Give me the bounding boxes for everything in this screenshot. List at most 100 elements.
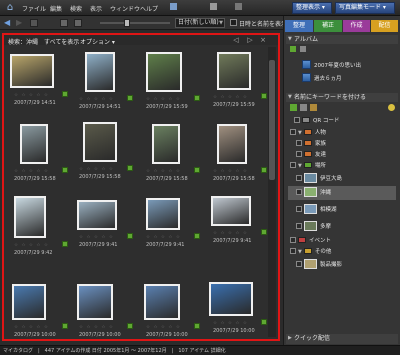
photo-item[interactable]: ☆ ☆ ☆ ☆ ☆ 2007/7/29 10:00 [207,280,273,355]
photo-thumbnail[interactable] [83,122,117,162]
expand-icon[interactable]: ▼ [298,163,302,169]
options-menu[interactable]: オプション ▾ [80,37,115,46]
menu-search[interactable]: 検索 [70,4,82,13]
star-rating[interactable]: ☆ ☆ ☆ ☆ ☆ [79,235,114,240]
photo-item[interactable]: ☆ ☆ ☆ ☆ ☆ 2007/7/29 14:51 [73,50,139,126]
zoom-slider-handle[interactable] [124,19,130,27]
menu-view[interactable]: 表示 [90,4,102,13]
menu-edit[interactable]: 編集 [50,4,62,13]
show-all-link[interactable]: すべてを表示 [44,37,79,46]
photo-thumbnail[interactable] [211,196,251,226]
photo-item[interactable]: ☆ ☆ ☆ ☆ ☆ 2007/7/29 15:58 [73,120,139,196]
star-rating[interactable]: ☆ ☆ ☆ ☆ ☆ [14,325,49,330]
next-icon[interactable]: ▷ [246,36,254,44]
tag-checkbox[interactable] [290,248,296,254]
photo-item[interactable]: ☆ ☆ ☆ ☆ ☆ 2007/7/29 9:41 [73,194,139,270]
photo-thumbnail[interactable] [20,124,48,164]
star-rating[interactable]: ☆ ☆ ☆ ☆ ☆ [146,235,181,240]
photo-thumbnail[interactable] [209,282,253,316]
tag-checkbox[interactable] [296,151,302,157]
photo-thumbnail[interactable] [10,54,54,88]
photo-thumbnail[interactable] [77,200,117,230]
tag-item[interactable]: 製品撮影 [288,258,396,272]
tag-checkbox[interactable] [290,162,296,168]
photo-item[interactable]: ☆ ☆ ☆ ☆ ☆ 2007/7/29 15:59 [140,50,206,126]
star-rating[interactable]: ☆ ☆ ☆ ☆ ☆ [79,167,114,172]
photo-thumbnail[interactable] [14,196,46,238]
star-rating[interactable]: ☆ ☆ ☆ ☆ ☆ [213,231,248,236]
photo-thumbnail[interactable] [146,52,182,92]
redo-button[interactable] [235,3,244,13]
photo-thumbnail[interactable] [146,198,180,230]
edit-tag-icon[interactable] [310,104,317,111]
photo-item[interactable]: ☆ ☆ ☆ ☆ ☆ 2007/7/29 15:58 [140,120,206,196]
sort-select[interactable]: 日付(新しい順) ▼ [175,18,225,28]
grid-icon[interactable] [74,19,82,27]
tag-checkbox[interactable] [296,140,302,146]
photo-item[interactable]: ☆ ☆ ☆ ☆ ☆ 2007/7/29 10:00 [140,280,206,355]
tag-item[interactable]: 伊豆大島 [288,172,396,186]
star-rating[interactable]: ☆ ☆ ☆ ☆ ☆ [79,97,114,102]
tip-icon[interactable] [388,104,395,111]
expand-icon[interactable]: ▼ [298,130,302,136]
photo-item[interactable]: ☆ ☆ ☆ ☆ ☆ 2007/7/29 15:58 [8,120,74,196]
tag-item[interactable]: 沖縄 [288,186,396,200]
tag-item[interactable]: ▼ 場所 [288,161,396,171]
tag-item[interactable]: イベント [288,236,396,246]
star-rating[interactable]: ☆ ☆ ☆ ☆ ☆ [146,97,181,102]
new-album-icon[interactable] [290,46,296,52]
show-all-icon[interactable] [30,19,38,27]
photo-edit-mode-button[interactable]: 写真編集モード ▾ [335,2,395,14]
album-section-header[interactable]: ▼ アルバム [286,35,398,44]
tag-checkbox[interactable] [296,206,302,212]
tag-item[interactable]: 相模湖 [288,203,396,217]
menu-file[interactable]: ファイル [22,4,46,13]
photo-item[interactable]: ☆ ☆ ☆ ☆ ☆ 2007/7/29 15:58 [207,120,273,196]
photo-thumbnail[interactable] [217,52,251,90]
tag-item[interactable]: QR コード [288,116,396,126]
search-button[interactable] [170,3,179,13]
photo-thumbnail[interactable] [217,124,247,164]
star-rating[interactable]: ☆ ☆ ☆ ☆ ☆ [213,95,248,100]
tag-checkbox[interactable] [290,129,296,135]
forward-arrow-icon[interactable]: ▶ [16,18,24,28]
photo-thumbnail[interactable] [85,52,115,92]
tag-checkbox[interactable] [296,223,302,229]
show-details-checkbox[interactable] [230,19,237,26]
display-mode-button[interactable]: 整理表示 ▾ [292,2,332,14]
tag-checkbox[interactable] [296,261,302,267]
home-icon[interactable]: ⌂ [3,2,17,14]
undo-button[interactable] [210,3,219,13]
tag-checkbox[interactable] [296,189,302,195]
star-rating[interactable]: ☆ ☆ ☆ ☆ ☆ [213,169,248,174]
tag-item[interactable]: 友達 [288,150,396,160]
photo-thumbnail[interactable] [152,124,180,164]
scrollbar-thumb[interactable] [269,60,275,180]
thumbnail-icon[interactable] [60,19,68,27]
star-rating[interactable]: ☆ ☆ ☆ ☆ ☆ [146,169,181,174]
star-rating[interactable]: ☆ ☆ ☆ ☆ ☆ [14,243,49,248]
tag-item[interactable]: ▼ 人物 [288,128,396,138]
tab-fix[interactable]: 補正 [314,20,342,32]
delete-tag-icon[interactable] [300,104,307,111]
album-item-last-6-months[interactable]: 過去６ヵ月 [314,74,342,82]
back-arrow-icon[interactable]: ◀ [4,18,12,28]
star-rating[interactable]: ☆ ☆ ☆ ☆ ☆ [14,169,49,174]
expand-icon[interactable]: ▼ [298,249,302,255]
zoom-slider[interactable] [100,22,170,24]
tags-section-header[interactable]: ▼ 名前にキーワードを付ける [286,93,398,102]
photo-item[interactable]: ☆ ☆ ☆ ☆ ☆ 2007/7/29 15:59 [207,50,273,126]
photo-thumbnail[interactable] [77,284,113,320]
photo-item[interactable]: ☆ ☆ ☆ ☆ ☆ 2007/7/29 14:51 [8,50,74,126]
photo-item[interactable]: ☆ ☆ ☆ ☆ ☆ 2007/7/29 10:00 [8,280,74,355]
tag-item[interactable]: 多摩 [288,220,396,234]
tab-create[interactable]: 作成 [343,20,370,32]
tab-organize[interactable]: 整理 [285,20,313,32]
edit-album-icon[interactable] [300,46,306,52]
tag-checkbox[interactable] [294,117,300,123]
photo-item[interactable]: ☆ ☆ ☆ ☆ ☆ 2007/7/29 9:41 [140,194,206,270]
tag-checkbox[interactable] [296,175,302,181]
new-tag-icon[interactable] [290,104,297,111]
star-rating[interactable]: ☆ ☆ ☆ ☆ ☆ [213,321,248,326]
photo-thumbnail[interactable] [12,284,46,320]
